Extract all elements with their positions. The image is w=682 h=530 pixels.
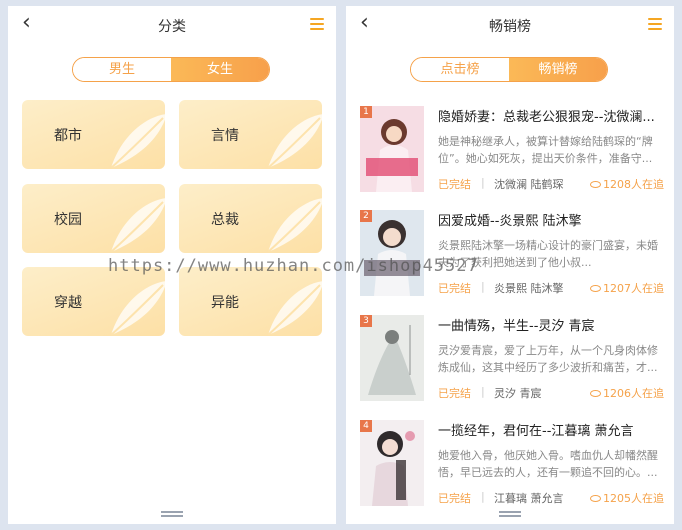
divider: | — [481, 385, 485, 398]
rank-badge: 1 — [360, 106, 372, 118]
header: ‹ 畅销榜 — [346, 6, 674, 42]
feather-icon — [267, 114, 322, 169]
divider: | — [481, 490, 485, 503]
tab-female[interactable]: 女生 — [171, 58, 269, 81]
category-tile[interactable]: 异能 — [179, 267, 322, 336]
reader-count-text: 1207人在追 — [603, 282, 664, 295]
book-author: 江暮璃 萧允言 — [494, 492, 564, 505]
rank-badge: 3 — [360, 315, 372, 327]
reader-count: 1206人在追 — [590, 385, 664, 401]
ranking-tabs: 点击榜 畅销榜 — [410, 57, 608, 82]
status-badge: 已完结 — [438, 387, 471, 400]
tab-clicks[interactable]: 点击榜 — [411, 58, 509, 81]
book-title: 一揽经年，君何在--江暮璃 萧允言 — [438, 424, 634, 439]
page-title: 分类 — [158, 19, 186, 35]
book-description: 她是神秘继承人，被算计替嫁给陆鹤琛的“牌位”。她心如死灰，提出天价条件，准备守.… — [438, 135, 653, 165]
page-title: 畅销榜 — [489, 19, 531, 35]
feather-icon — [110, 281, 165, 336]
eye-icon — [590, 494, 601, 502]
watermark-text: https://www.huzhan.com/ishop45527 — [108, 256, 479, 276]
category-tile[interactable]: 校园 — [22, 184, 165, 253]
category-tile[interactable]: 都市 — [22, 100, 165, 169]
feather-icon — [267, 198, 322, 253]
reader-count: 1205人在追 — [590, 490, 664, 506]
eye-icon — [590, 180, 601, 188]
book-item[interactable]: 4 一揽经年，君何在--江暮璃 萧允言 她爱他入骨，他厌她入骨。嗜血仇人却幡然醒… — [360, 420, 664, 516]
book-author: 炎景熙 陆沐擎 — [494, 282, 564, 295]
reader-count: 1208人在追 — [590, 176, 664, 192]
drag-handle[interactable] — [8, 510, 336, 518]
menu-icon[interactable] — [310, 18, 324, 30]
book-author: 灵汐 青宸 — [494, 387, 542, 400]
divider: | — [481, 280, 485, 293]
status-badge: 已完结 — [438, 492, 471, 505]
category-tile[interactable]: 总裁 — [179, 184, 322, 253]
book-cover: 1 — [360, 106, 424, 192]
tab-bestseller[interactable]: 畅销榜 — [509, 58, 607, 81]
reader-count: 1207人在追 — [590, 280, 664, 296]
feather-icon — [267, 281, 322, 336]
status-badge: 已完结 — [438, 178, 471, 191]
rank-badge: 4 — [360, 420, 372, 432]
drag-handle[interactable] — [346, 510, 674, 518]
header: ‹ 分类 — [8, 6, 336, 42]
tab-male[interactable]: 男生 — [73, 58, 171, 81]
book-cover: 3 — [360, 315, 424, 401]
book-cover: 2 — [360, 210, 424, 296]
book-author: 沈微澜 陆鹤琛 — [494, 178, 564, 191]
category-tile[interactable]: 穿越 — [22, 267, 165, 336]
rank-badge: 2 — [360, 210, 372, 222]
book-description: 她爱他入骨，他厌她入骨。嗜血仇人却幡然醒悟，早已远去的人，还有一颗追不回的心。.… — [438, 449, 658, 479]
book-description: 灵汐爱青宸，爱了上万年，从一个凡身肉体修炼成仙，这其中经历了多少波折和痛苦，才.… — [438, 344, 658, 374]
divider: | — [481, 176, 485, 189]
reader-count-text: 1206人在追 — [603, 387, 664, 400]
feather-icon — [110, 114, 165, 169]
book-title: 一曲情殇，半生--灵汐 青宸 — [438, 319, 595, 334]
eye-icon — [590, 284, 601, 292]
status-badge: 已完结 — [438, 282, 471, 295]
eye-icon — [590, 389, 601, 397]
feather-icon — [110, 198, 165, 253]
category-tile[interactable]: 言情 — [179, 100, 322, 169]
menu-icon[interactable] — [648, 18, 662, 30]
book-item[interactable]: 1 隐婚娇妻：总裁老公狠狠宠--沈微澜... 她是神秘继承人，被算计替嫁给陆鹤琛… — [360, 106, 664, 202]
reader-count-text: 1205人在追 — [603, 492, 664, 505]
book-title: 隐婚娇妻：总裁老公狠狠宠--沈微澜... — [438, 110, 655, 125]
book-cover: 4 — [360, 420, 424, 506]
gender-tabs: 男生 女生 — [72, 57, 270, 82]
book-title: 因爱成婚--炎景熙 陆沐擎 — [438, 214, 582, 229]
reader-count-text: 1208人在追 — [603, 178, 664, 191]
book-item[interactable]: 3 一曲情殇，半生--灵汐 青宸 灵汐爱青宸，爱了上万年，从一个凡身肉体修炼成仙… — [360, 315, 664, 411]
